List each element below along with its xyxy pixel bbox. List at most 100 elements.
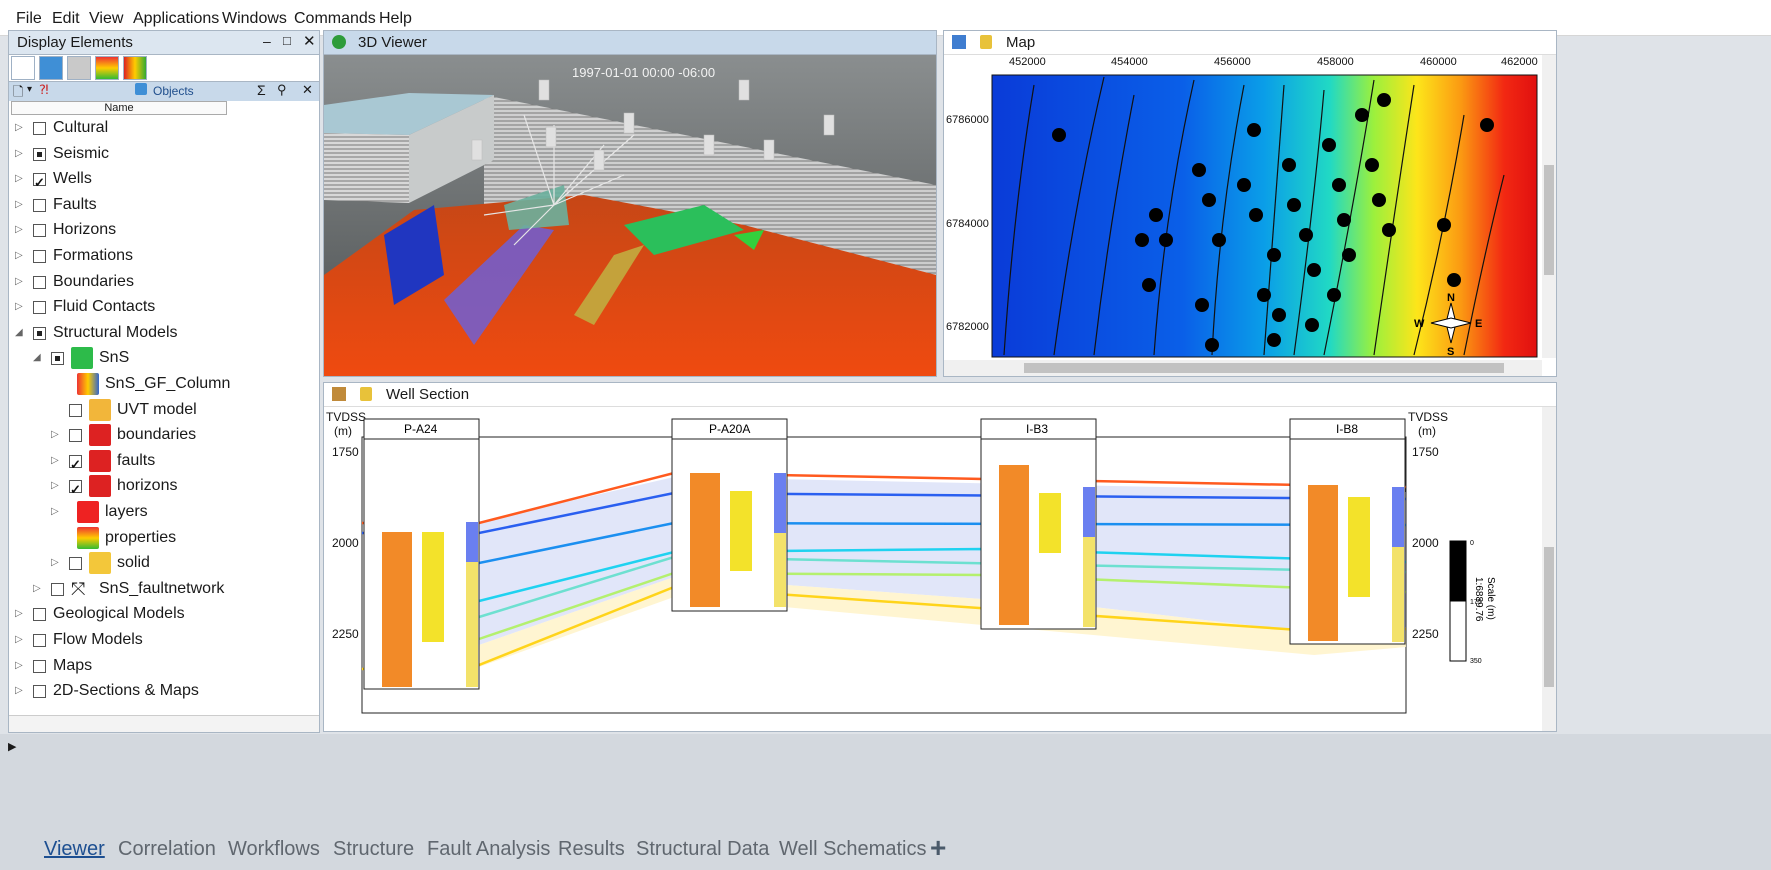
lock-icon[interactable]	[980, 35, 992, 49]
well-section-vscroll-thumb[interactable]	[1544, 547, 1554, 687]
faults-icon	[89, 449, 111, 472]
expand-arrow-icon[interactable]: ▷	[51, 422, 61, 448]
visibility-checkbox[interactable]	[69, 452, 82, 478]
visibility-checkbox[interactable]	[33, 275, 46, 289]
visibility-checkbox[interactable]	[33, 250, 46, 263]
viewer-3d-canvas[interactable]: 1997-01-01 00:00 -06:00	[324, 55, 936, 376]
surface-view-icon[interactable]	[67, 56, 91, 80]
lock-icon[interactable]	[360, 387, 372, 401]
expand-arrow-icon[interactable]: ▶	[8, 740, 16, 753]
objects-tab-label[interactable]: Objects	[153, 84, 194, 98]
menu-commands[interactable]: Commands	[294, 10, 376, 28]
map-hscroll-thumb[interactable]	[1024, 363, 1504, 373]
tree-item-label: faults	[117, 451, 156, 469]
well-track-p-a20a[interactable]: P-A20A	[671, 418, 788, 612]
tab-structural-data[interactable]: Structural Data	[636, 838, 769, 861]
tab-viewer[interactable]: Viewer	[44, 838, 105, 861]
scale-value: 1:6889.76	[1473, 577, 1484, 622]
menu-edit[interactable]: Edit	[52, 10, 80, 28]
well-section-canvas[interactable]: TVDSS (m) 1750 2000 2250 TVDSS (m) 1750 …	[324, 407, 1556, 731]
expand-arrow-icon[interactable]: ▷	[51, 448, 61, 474]
objects-view-icon[interactable]	[39, 56, 63, 80]
map-icon[interactable]	[952, 35, 966, 49]
well-track-i-b8[interactable]: I-B8	[1289, 418, 1406, 645]
visibility-checkbox[interactable]	[33, 326, 46, 340]
minimize-icon[interactable]: –	[263, 33, 271, 49]
expand-arrow-icon[interactable]: ▷	[15, 269, 25, 295]
tree-scrollbar[interactable]	[9, 715, 319, 732]
dropdown-arrow-icon[interactable]: ▾	[27, 84, 32, 95]
expand-arrow-icon[interactable]: ▷	[33, 576, 43, 602]
map-canvas[interactable]: N S E W 452000 454000 456000 458000 4600…	[944, 55, 1556, 376]
tab-workflows[interactable]: Workflows	[228, 838, 320, 861]
expand-arrow-icon[interactable]: ▷	[51, 550, 61, 576]
expand-arrow-icon[interactable]: ▷	[15, 601, 25, 627]
visibility-checkbox[interactable]	[33, 608, 46, 622]
visibility-checkbox[interactable]	[33, 301, 46, 315]
visibility-checkbox[interactable]	[69, 557, 82, 571]
add-tab-button[interactable]: +	[930, 832, 946, 864]
globe-icon[interactable]	[332, 35, 346, 49]
visibility-checkbox[interactable]	[33, 685, 46, 699]
expand-arrow-icon[interactable]: ◢	[33, 345, 43, 371]
name-column-header[interactable]: Name	[11, 101, 227, 115]
tree-item-label: SnS_GF_Column	[105, 375, 231, 392]
expand-arrow-icon[interactable]: ▷	[15, 217, 25, 243]
well-section-icon[interactable]	[332, 387, 346, 401]
menu-help[interactable]: Help	[379, 10, 412, 28]
menu-view[interactable]: View	[89, 10, 123, 28]
visibility-checkbox[interactable]	[51, 582, 64, 596]
depth-axis-unit-left: (m)	[334, 424, 352, 438]
map-xtick: 462000	[1501, 56, 1538, 68]
visibility-checkbox[interactable]	[69, 403, 82, 417]
expand-arrow-icon[interactable]: ◢	[15, 320, 25, 346]
expand-arrow-icon[interactable]: ▷	[15, 115, 25, 141]
visibility-checkbox[interactable]	[51, 352, 64, 366]
expand-arrow-icon[interactable]: ▷	[51, 499, 61, 525]
tree-item-label: horizons	[117, 477, 178, 495]
expand-arrow-icon[interactable]: ▷	[15, 294, 25, 320]
sum-icon[interactable]: Σ	[257, 82, 266, 98]
menu-applications[interactable]: Applications	[133, 10, 219, 28]
expand-arrow-icon[interactable]: ▷	[15, 166, 25, 192]
tab-results[interactable]: Results	[558, 838, 625, 861]
maximize-icon[interactable]: □	[283, 33, 291, 48]
well-track-i-b3[interactable]: I-B3	[980, 418, 1097, 630]
property-view-icon[interactable]	[95, 56, 119, 80]
well-name-i-b3: I-B3	[1026, 422, 1048, 436]
visibility-checkbox[interactable]	[69, 429, 82, 443]
expand-arrow-icon[interactable]: ▷	[15, 678, 25, 704]
tab-correlation[interactable]: Correlation	[118, 838, 216, 861]
expand-arrow-icon[interactable]: ▷	[15, 243, 25, 269]
menu-windows[interactable]: Windows	[222, 10, 287, 28]
pin-icon[interactable]: ⚲	[277, 82, 287, 98]
tab-fault-analysis[interactable]: Fault Analysis	[427, 838, 550, 861]
visibility-checkbox[interactable]	[33, 122, 46, 135]
visibility-checkbox[interactable]	[69, 477, 82, 503]
tab-well-schematics[interactable]: Well Schematics	[779, 838, 926, 861]
help-filter-icon[interactable]: ⁈	[39, 82, 49, 98]
horizons-icon	[89, 475, 111, 498]
objects-tab-icon	[135, 83, 147, 95]
expand-arrow-icon[interactable]: ▷	[51, 473, 61, 499]
expand-arrow-icon[interactable]: ▷	[15, 141, 25, 167]
visibility-checkbox[interactable]	[33, 198, 46, 212]
well-track-p-a24[interactable]: P-A24	[363, 418, 480, 690]
expand-arrow-icon[interactable]: ▷	[15, 627, 25, 653]
map-vscroll-thumb[interactable]	[1544, 165, 1554, 275]
tab-structure[interactable]: Structure	[333, 838, 414, 861]
visibility-checkbox[interactable]	[33, 634, 46, 647]
depth-tick-left: 1750	[332, 445, 359, 459]
menu-file[interactable]: File	[16, 10, 42, 28]
grid-view-icon[interactable]	[123, 56, 147, 80]
visibility-checkbox[interactable]	[33, 224, 46, 238]
visibility-checkbox[interactable]	[33, 170, 46, 196]
visibility-checkbox[interactable]	[33, 147, 46, 161]
list-view-icon[interactable]	[11, 56, 35, 80]
map-xtick: 454000	[1111, 56, 1148, 68]
close-icon[interactable]: ✕	[303, 32, 316, 50]
visibility-checkbox[interactable]	[33, 659, 46, 673]
expand-arrow-icon[interactable]: ▷	[15, 192, 25, 218]
expand-arrow-icon[interactable]: ▷	[15, 653, 25, 679]
close-objects-icon[interactable]: ✕	[302, 82, 313, 98]
